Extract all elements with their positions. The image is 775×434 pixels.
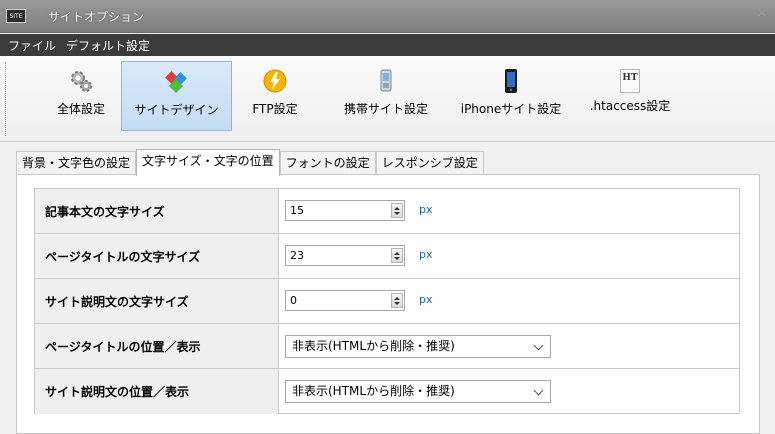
tab-responsive[interactable]: レスポンシブ設定: [375, 151, 484, 176]
site-desc-size-input[interactable]: 0: [285, 290, 405, 311]
tab-background-color[interactable]: 背景・文字色の設定: [16, 151, 137, 176]
page-title-position-select[interactable]: 非表示(HTMLから削除・推奨): [285, 335, 551, 358]
settings-row: 記事本文の文字サイズ 15 px: [35, 189, 739, 234]
menu-file[interactable]: ファイル: [0, 37, 60, 54]
toolbar-label: 全体設定: [56, 102, 105, 116]
toolbar-label: FTP設定: [252, 102, 298, 116]
mobile-phone-icon: [373, 68, 399, 94]
unit-label: px: [419, 248, 433, 261]
body-text-size-label: 記事本文の文字サイズ: [35, 189, 279, 233]
spin-buttons[interactable]: [391, 203, 403, 218]
page-title-size-label: ページタイトルの文字サイズ: [35, 234, 279, 278]
settings-grid: 記事本文の文字サイズ 15 px ページタイトルの文字サイズ 23 px サイト…: [34, 188, 740, 414]
general-settings-button[interactable]: 全体設定: [38, 61, 124, 131]
toolbar-grip[interactable]: [5, 62, 8, 136]
design-icon: [164, 69, 190, 95]
unit-label: px: [419, 293, 433, 306]
app-icon: SITE: [6, 9, 26, 23]
tab-strip: 背景・文字色の設定 文字サイズ・文字の位置 フォントの設定 レスポンシブ設定: [16, 149, 484, 176]
spin-value: 0: [290, 294, 297, 307]
htaccess-settings-button[interactable]: HT .htaccess設定: [584, 61, 676, 131]
close-icon[interactable]: ✕: [755, 6, 769, 20]
htaccess-icon: HT: [620, 69, 640, 93]
toolbar-label: 携帯サイト設定: [343, 102, 428, 116]
site-desc-position-select[interactable]: 非表示(HTMLから削除・推奨): [285, 380, 551, 403]
spin-value: 15: [290, 204, 304, 217]
iphone-icon: [498, 68, 524, 94]
lightning-icon: [262, 68, 288, 94]
gear-icon: [68, 68, 94, 94]
settings-row: ページタイトルの文字サイズ 23 px: [35, 234, 739, 279]
toolbar-label: iPhoneサイト設定: [460, 102, 562, 116]
ftp-settings-button[interactable]: FTP設定: [240, 61, 310, 131]
site-desc-size-label: サイト説明文の文字サイズ: [35, 279, 279, 323]
page-title-size-input[interactable]: 23: [285, 245, 405, 266]
chevron-down-icon: [533, 385, 544, 396]
page-title-position-label: ページタイトルの位置／表示: [35, 324, 279, 368]
toolbar-label: サイトデザイン: [134, 103, 219, 117]
window-title: サイトオプション: [48, 9, 145, 24]
iphone-site-settings-button[interactable]: iPhoneサイト設定: [449, 61, 573, 131]
settings-row: サイト説明文の文字サイズ 0 px: [35, 279, 739, 324]
site-design-button[interactable]: サイトデザイン: [121, 61, 232, 131]
chevron-down-icon: [533, 340, 544, 351]
tab-font[interactable]: フォントの設定: [279, 151, 376, 176]
body-text-size-input[interactable]: 15: [285, 200, 405, 221]
title-bar: SITE サイトオプション ✕: [0, 0, 775, 33]
menu-default-settings[interactable]: デフォルト設定: [60, 37, 154, 54]
select-value: 非表示(HTMLから削除・推奨): [292, 339, 455, 353]
spin-buttons[interactable]: [391, 248, 403, 263]
mobile-site-settings-button[interactable]: 携帯サイト設定: [326, 61, 446, 131]
spin-value: 23: [290, 249, 304, 262]
select-value: 非表示(HTMLから削除・推奨): [292, 384, 455, 398]
spin-buttons[interactable]: [391, 293, 403, 308]
settings-row: サイト説明文の位置／表示 非表示(HTMLから削除・推奨): [35, 369, 739, 414]
menu-bar: ファイル デフォルト設定: [0, 34, 775, 56]
site-desc-position-label: サイト説明文の位置／表示: [35, 369, 279, 414]
toolbar: 全体設定 サイトデザイン FTP設定 携帯サイト設定 iPhoneサイト設定 H…: [0, 56, 775, 142]
unit-label: px: [419, 203, 433, 216]
tab-text-size-position[interactable]: 文字サイズ・文字の位置: [136, 149, 280, 176]
toolbar-label: .htaccess設定: [589, 99, 671, 113]
settings-row: ページタイトルの位置／表示 非表示(HTMLから削除・推奨): [35, 324, 739, 369]
